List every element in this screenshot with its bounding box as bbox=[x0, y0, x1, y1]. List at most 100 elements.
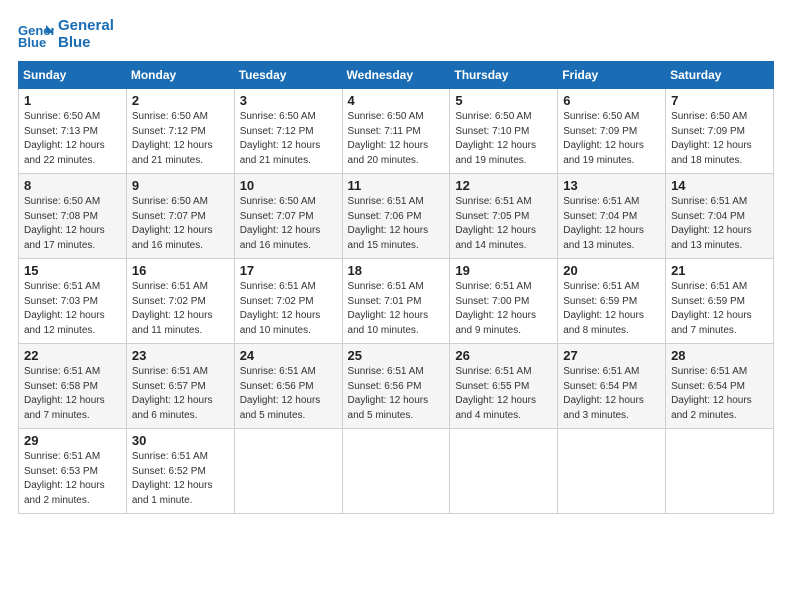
day-number: 13 bbox=[563, 178, 660, 193]
day-number: 27 bbox=[563, 348, 660, 363]
cell-info: Sunrise: 6:51 AM Sunset: 6:57 PM Dayligh… bbox=[132, 365, 229, 423]
cell-info: Sunrise: 6:50 AM Sunset: 7:09 PM Dayligh… bbox=[671, 110, 768, 168]
calendar-cell: 8 Sunrise: 6:50 AM Sunset: 7:08 PM Dayli… bbox=[19, 174, 127, 259]
weekday-sunday: Sunday bbox=[19, 62, 127, 89]
cell-info: Sunrise: 6:50 AM Sunset: 7:07 PM Dayligh… bbox=[240, 195, 337, 253]
cell-info: Sunrise: 6:51 AM Sunset: 6:53 PM Dayligh… bbox=[24, 450, 121, 508]
day-number: 6 bbox=[563, 93, 660, 108]
cell-info: Sunrise: 6:51 AM Sunset: 7:05 PM Dayligh… bbox=[455, 195, 552, 253]
cell-info: Sunrise: 6:51 AM Sunset: 7:01 PM Dayligh… bbox=[348, 280, 445, 338]
calendar-cell: 23 Sunrise: 6:51 AM Sunset: 6:57 PM Dayl… bbox=[126, 344, 234, 429]
calendar-week-4: 22 Sunrise: 6:51 AM Sunset: 6:58 PM Dayl… bbox=[19, 344, 774, 429]
calendar-cell: 12 Sunrise: 6:51 AM Sunset: 7:05 PM Dayl… bbox=[450, 174, 558, 259]
cell-info: Sunrise: 6:50 AM Sunset: 7:12 PM Dayligh… bbox=[132, 110, 229, 168]
svg-text:Blue: Blue bbox=[18, 35, 46, 49]
weekday-thursday: Thursday bbox=[450, 62, 558, 89]
cell-info: Sunrise: 6:51 AM Sunset: 6:59 PM Dayligh… bbox=[671, 280, 768, 338]
calendar-cell: 10 Sunrise: 6:50 AM Sunset: 7:07 PM Dayl… bbox=[234, 174, 342, 259]
calendar-cell: 5 Sunrise: 6:50 AM Sunset: 7:10 PM Dayli… bbox=[450, 89, 558, 174]
day-number: 20 bbox=[563, 263, 660, 278]
day-number: 24 bbox=[240, 348, 337, 363]
calendar-cell: 15 Sunrise: 6:51 AM Sunset: 7:03 PM Dayl… bbox=[19, 259, 127, 344]
calendar-cell: 1 Sunrise: 6:50 AM Sunset: 7:13 PM Dayli… bbox=[19, 89, 127, 174]
cell-info: Sunrise: 6:51 AM Sunset: 7:04 PM Dayligh… bbox=[671, 195, 768, 253]
logo: General Blue GeneralBlue bbox=[18, 18, 114, 51]
calendar-cell: 2 Sunrise: 6:50 AM Sunset: 7:12 PM Dayli… bbox=[126, 89, 234, 174]
day-number: 18 bbox=[348, 263, 445, 278]
day-number: 22 bbox=[24, 348, 121, 363]
day-number: 7 bbox=[671, 93, 768, 108]
cell-info: Sunrise: 6:51 AM Sunset: 7:04 PM Dayligh… bbox=[563, 195, 660, 253]
calendar-cell: 21 Sunrise: 6:51 AM Sunset: 6:59 PM Dayl… bbox=[666, 259, 774, 344]
calendar-cell: 26 Sunrise: 6:51 AM Sunset: 6:55 PM Dayl… bbox=[450, 344, 558, 429]
weekday-tuesday: Tuesday bbox=[234, 62, 342, 89]
calendar-cell: 4 Sunrise: 6:50 AM Sunset: 7:11 PM Dayli… bbox=[342, 89, 450, 174]
day-number: 9 bbox=[132, 178, 229, 193]
cell-info: Sunrise: 6:51 AM Sunset: 7:06 PM Dayligh… bbox=[348, 195, 445, 253]
calendar-cell bbox=[234, 429, 342, 514]
logo-icon: General Blue bbox=[18, 21, 54, 49]
cell-info: Sunrise: 6:51 AM Sunset: 6:56 PM Dayligh… bbox=[240, 365, 337, 423]
calendar-cell: 11 Sunrise: 6:51 AM Sunset: 7:06 PM Dayl… bbox=[342, 174, 450, 259]
weekday-saturday: Saturday bbox=[666, 62, 774, 89]
calendar-cell bbox=[342, 429, 450, 514]
cell-info: Sunrise: 6:51 AM Sunset: 7:00 PM Dayligh… bbox=[455, 280, 552, 338]
calendar-cell: 30 Sunrise: 6:51 AM Sunset: 6:52 PM Dayl… bbox=[126, 429, 234, 514]
calendar-cell: 3 Sunrise: 6:50 AM Sunset: 7:12 PM Dayli… bbox=[234, 89, 342, 174]
cell-info: Sunrise: 6:51 AM Sunset: 7:02 PM Dayligh… bbox=[240, 280, 337, 338]
calendar-table: SundayMondayTuesdayWednesdayThursdayFrid… bbox=[18, 61, 774, 514]
calendar-cell: 14 Sunrise: 6:51 AM Sunset: 7:04 PM Dayl… bbox=[666, 174, 774, 259]
day-number: 1 bbox=[24, 93, 121, 108]
page-header: General Blue GeneralBlue bbox=[18, 18, 774, 51]
calendar-cell: 9 Sunrise: 6:50 AM Sunset: 7:07 PM Dayli… bbox=[126, 174, 234, 259]
calendar-cell: 22 Sunrise: 6:51 AM Sunset: 6:58 PM Dayl… bbox=[19, 344, 127, 429]
day-number: 29 bbox=[24, 433, 121, 448]
calendar-cell: 18 Sunrise: 6:51 AM Sunset: 7:01 PM Dayl… bbox=[342, 259, 450, 344]
calendar-cell bbox=[450, 429, 558, 514]
calendar-cell: 6 Sunrise: 6:50 AM Sunset: 7:09 PM Dayli… bbox=[558, 89, 666, 174]
day-number: 16 bbox=[132, 263, 229, 278]
day-number: 14 bbox=[671, 178, 768, 193]
cell-info: Sunrise: 6:51 AM Sunset: 7:02 PM Dayligh… bbox=[132, 280, 229, 338]
cell-info: Sunrise: 6:50 AM Sunset: 7:09 PM Dayligh… bbox=[563, 110, 660, 168]
calendar-cell bbox=[666, 429, 774, 514]
day-number: 3 bbox=[240, 93, 337, 108]
calendar-cell: 19 Sunrise: 6:51 AM Sunset: 7:00 PM Dayl… bbox=[450, 259, 558, 344]
weekday-wednesday: Wednesday bbox=[342, 62, 450, 89]
day-number: 30 bbox=[132, 433, 229, 448]
calendar-cell: 17 Sunrise: 6:51 AM Sunset: 7:02 PM Dayl… bbox=[234, 259, 342, 344]
calendar-cell: 24 Sunrise: 6:51 AM Sunset: 6:56 PM Dayl… bbox=[234, 344, 342, 429]
calendar-cell: 20 Sunrise: 6:51 AM Sunset: 6:59 PM Dayl… bbox=[558, 259, 666, 344]
calendar-cell: 27 Sunrise: 6:51 AM Sunset: 6:54 PM Dayl… bbox=[558, 344, 666, 429]
logo-text: GeneralBlue bbox=[58, 18, 114, 51]
calendar-cell: 29 Sunrise: 6:51 AM Sunset: 6:53 PM Dayl… bbox=[19, 429, 127, 514]
calendar-week-2: 8 Sunrise: 6:50 AM Sunset: 7:08 PM Dayli… bbox=[19, 174, 774, 259]
day-number: 5 bbox=[455, 93, 552, 108]
cell-info: Sunrise: 6:50 AM Sunset: 7:08 PM Dayligh… bbox=[24, 195, 121, 253]
calendar-cell: 13 Sunrise: 6:51 AM Sunset: 7:04 PM Dayl… bbox=[558, 174, 666, 259]
calendar-week-1: 1 Sunrise: 6:50 AM Sunset: 7:13 PM Dayli… bbox=[19, 89, 774, 174]
cell-info: Sunrise: 6:51 AM Sunset: 6:54 PM Dayligh… bbox=[671, 365, 768, 423]
calendar-cell bbox=[558, 429, 666, 514]
day-number: 4 bbox=[348, 93, 445, 108]
calendar-body: 1 Sunrise: 6:50 AM Sunset: 7:13 PM Dayli… bbox=[19, 89, 774, 514]
weekday-header-row: SundayMondayTuesdayWednesdayThursdayFrid… bbox=[19, 62, 774, 89]
cell-info: Sunrise: 6:51 AM Sunset: 6:54 PM Dayligh… bbox=[563, 365, 660, 423]
calendar-cell: 7 Sunrise: 6:50 AM Sunset: 7:09 PM Dayli… bbox=[666, 89, 774, 174]
day-number: 8 bbox=[24, 178, 121, 193]
day-number: 21 bbox=[671, 263, 768, 278]
day-number: 28 bbox=[671, 348, 768, 363]
cell-info: Sunrise: 6:51 AM Sunset: 6:55 PM Dayligh… bbox=[455, 365, 552, 423]
calendar-cell: 16 Sunrise: 6:51 AM Sunset: 7:02 PM Dayl… bbox=[126, 259, 234, 344]
day-number: 11 bbox=[348, 178, 445, 193]
day-number: 12 bbox=[455, 178, 552, 193]
calendar-cell: 25 Sunrise: 6:51 AM Sunset: 6:56 PM Dayl… bbox=[342, 344, 450, 429]
calendar-week-3: 15 Sunrise: 6:51 AM Sunset: 7:03 PM Dayl… bbox=[19, 259, 774, 344]
cell-info: Sunrise: 6:50 AM Sunset: 7:07 PM Dayligh… bbox=[132, 195, 229, 253]
day-number: 26 bbox=[455, 348, 552, 363]
cell-info: Sunrise: 6:50 AM Sunset: 7:13 PM Dayligh… bbox=[24, 110, 121, 168]
cell-info: Sunrise: 6:51 AM Sunset: 7:03 PM Dayligh… bbox=[24, 280, 121, 338]
day-number: 25 bbox=[348, 348, 445, 363]
day-number: 15 bbox=[24, 263, 121, 278]
day-number: 2 bbox=[132, 93, 229, 108]
